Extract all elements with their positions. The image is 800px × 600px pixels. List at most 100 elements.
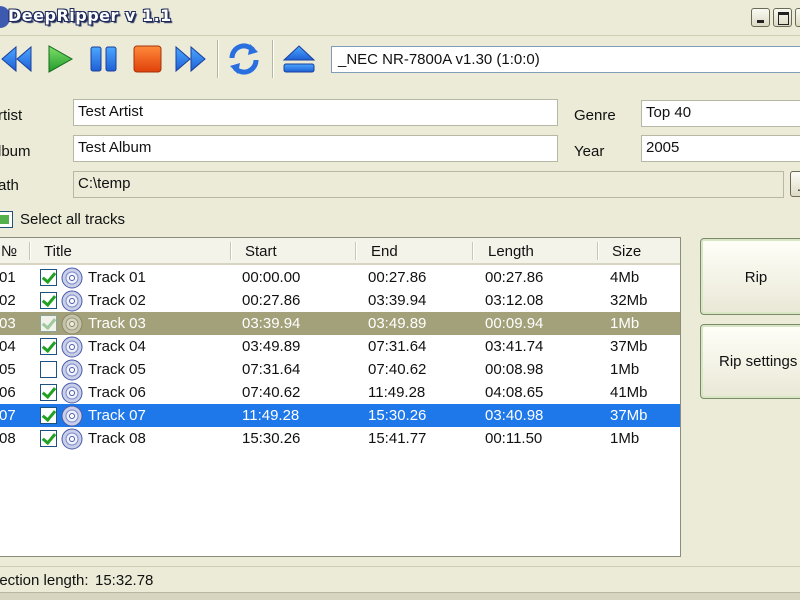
selection-length-label: lection length: xyxy=(0,572,89,589)
pause-button[interactable] xyxy=(86,40,122,78)
track-row-selected[interactable]: 03 Track 03 03:39.94 03:49.89 00:09.94 1… xyxy=(0,312,680,335)
track-length: 04:08.65 xyxy=(485,384,544,401)
track-size: 4Mb xyxy=(610,269,640,286)
track-length: 00:08.98 xyxy=(485,361,544,378)
cd-icon xyxy=(61,405,83,427)
track-end: 07:31.64 xyxy=(368,338,427,355)
cd-icon xyxy=(61,267,83,289)
track-number: 03 xyxy=(0,315,16,332)
track-row[interactable]: 04 Track 04 03:49.89 07:31.64 03:41.74 3… xyxy=(0,335,680,358)
genre-input[interactable]: Top 40 xyxy=(641,100,800,127)
track-row[interactable]: 06 Track 06 07:40.62 11:49.28 04:08.65 4… xyxy=(0,381,680,404)
track-end: 03:49.89 xyxy=(368,315,427,332)
maximize-button[interactable] xyxy=(773,8,792,27)
track-length: 03:40.98 xyxy=(485,407,544,424)
track-checkbox[interactable] xyxy=(40,361,57,378)
track-checkbox[interactable] xyxy=(40,430,57,447)
artist-input[interactable]: Test Artist xyxy=(73,99,558,126)
rewind-button[interactable] xyxy=(0,40,36,78)
track-title: Track 06 xyxy=(88,384,146,401)
path-label: ath xyxy=(0,177,19,194)
refresh-button[interactable] xyxy=(226,40,262,78)
track-size: 1Mb xyxy=(610,315,640,332)
select-all-checkbox[interactable] xyxy=(0,211,13,228)
column-header-size[interactable]: Size xyxy=(612,238,672,263)
minimize-button[interactable] xyxy=(751,8,770,27)
track-title: Track 05 xyxy=(88,361,146,378)
fast-forward-icon xyxy=(175,45,206,73)
browse-button[interactable] xyxy=(790,171,800,197)
track-number: 08 xyxy=(0,430,16,447)
track-size: 1Mb xyxy=(610,430,640,447)
toolbar-separator xyxy=(217,40,219,78)
track-end: 07:40.62 xyxy=(368,361,427,378)
column-header-length[interactable]: Length xyxy=(488,238,588,263)
refresh-icon xyxy=(229,43,259,75)
track-row[interactable]: 01 Track 01 00:00.00 00:27.86 00:27.86 4… xyxy=(0,266,680,289)
title-bar[interactable]: DeepRipper v 1.1 xyxy=(0,0,800,36)
track-checkbox[interactable] xyxy=(40,407,57,424)
track-start: 11:49.28 xyxy=(242,407,300,424)
track-title: Track 07 xyxy=(88,407,146,424)
track-size: 37Mb xyxy=(610,338,648,355)
track-list[interactable]: № Title Start End Length Size 01 Track 0… xyxy=(0,237,681,557)
track-number: 01 xyxy=(0,269,16,286)
artist-label: rtist xyxy=(0,107,23,124)
track-title: Track 08 xyxy=(88,430,146,447)
track-end: 11:49.28 xyxy=(368,384,426,401)
track-size: 41Mb xyxy=(610,384,648,401)
track-number: 02 xyxy=(0,292,16,309)
track-start: 03:39.94 xyxy=(242,315,301,332)
track-checkbox[interactable] xyxy=(40,269,57,286)
track-end: 00:27.86 xyxy=(368,269,427,286)
path-input[interactable]: C:\temp xyxy=(73,171,784,198)
track-row[interactable]: 08 Track 08 15:30.26 15:41.77 00:11.50 1… xyxy=(0,427,680,450)
fast-forward-button[interactable] xyxy=(173,40,209,78)
track-checkbox[interactable] xyxy=(40,292,57,309)
play-button[interactable] xyxy=(42,40,78,78)
column-header-start[interactable]: Start xyxy=(245,238,345,263)
cd-icon xyxy=(61,313,83,335)
cd-icon xyxy=(61,336,83,358)
track-size: 1Mb xyxy=(610,361,640,378)
album-label: lbum xyxy=(0,143,31,160)
track-title: Track 04 xyxy=(88,338,146,355)
window-bottom-edge xyxy=(0,592,800,600)
eject-button[interactable] xyxy=(281,40,317,78)
track-start: 03:49.89 xyxy=(242,338,301,355)
track-length: 00:09.94 xyxy=(485,315,544,332)
track-number: 05 xyxy=(0,361,16,378)
track-checkbox[interactable] xyxy=(40,315,57,332)
year-input[interactable]: 2005 xyxy=(641,135,800,162)
track-list-header: № Title Start End Length Size xyxy=(0,238,680,265)
rip-settings-button[interactable]: Rip settings xyxy=(700,324,800,399)
column-header-title[interactable]: Title xyxy=(44,238,224,263)
cd-icon xyxy=(61,382,83,404)
cd-icon xyxy=(61,428,83,450)
cd-icon xyxy=(61,290,83,312)
drive-select[interactable]: _NEC NR-7800A v1.30 (1:0:0) xyxy=(331,46,800,73)
select-all-label: Select all tracks xyxy=(20,211,126,228)
column-header-end[interactable]: End xyxy=(371,238,471,263)
rewind-icon xyxy=(1,45,32,73)
track-start: 00:00.00 xyxy=(242,269,301,286)
close-button[interactable] xyxy=(795,8,800,27)
track-start: 07:40.62 xyxy=(242,384,301,401)
track-row[interactable]: 05 Track 05 07:31.64 07:40.62 00:08.98 1… xyxy=(0,358,680,381)
track-number: 07 xyxy=(0,407,16,424)
eject-icon xyxy=(282,45,316,73)
track-length: 00:27.86 xyxy=(485,269,544,286)
rip-button[interactable]: Rip xyxy=(700,238,800,315)
track-checkbox[interactable] xyxy=(40,384,57,401)
track-checkbox[interactable] xyxy=(40,338,57,355)
track-row-highlighted[interactable]: 07 Track 07 11:49.28 15:30.26 03:40.98 3… xyxy=(0,404,680,427)
track-number: 04 xyxy=(0,338,16,355)
album-input[interactable]: Test Album xyxy=(73,135,558,162)
track-length: 03:41.74 xyxy=(485,338,544,355)
column-header-number[interactable]: № xyxy=(1,238,27,263)
toolbar: _NEC NR-7800A v1.30 (1:0:0) xyxy=(0,36,800,84)
cd-icon xyxy=(61,359,83,381)
stop-button[interactable] xyxy=(130,40,166,78)
window-title: DeepRipper v 1.1 xyxy=(8,6,172,25)
track-row[interactable]: 02 Track 02 00:27.86 03:39.94 03:12.08 3… xyxy=(0,289,680,312)
